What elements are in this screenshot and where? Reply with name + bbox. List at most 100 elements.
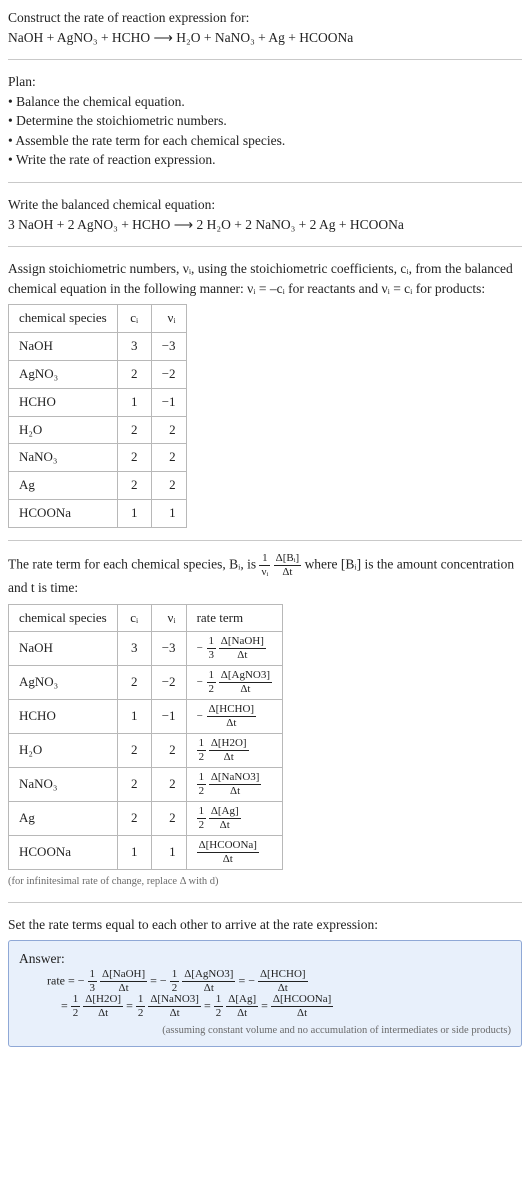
cell: HCHO bbox=[9, 700, 118, 734]
unbalanced-equation: NaOH + AgNO₃ + HCHO ⟶ H₂O + NaNO₃ + Ag +… bbox=[8, 28, 522, 48]
divider bbox=[8, 540, 522, 541]
cell: NaOH bbox=[9, 333, 118, 361]
divider bbox=[8, 246, 522, 247]
cell: 2 bbox=[151, 734, 186, 768]
cell: 2 bbox=[151, 768, 186, 802]
divider bbox=[8, 59, 522, 60]
cell: H₂O bbox=[9, 416, 118, 444]
cell: −3 bbox=[151, 632, 186, 666]
cell: H₂O bbox=[9, 734, 118, 768]
table-row: HCOONa11 bbox=[9, 500, 187, 528]
divider bbox=[8, 182, 522, 183]
th: cᵢ bbox=[117, 604, 151, 632]
plan-item: Assemble the rate term for each chemical… bbox=[8, 131, 522, 151]
cell: NaNO₃ bbox=[9, 768, 118, 802]
cell: 2 bbox=[151, 416, 186, 444]
cell: AgNO₃ bbox=[9, 666, 118, 700]
cell: −3 bbox=[151, 333, 186, 361]
cell: −2 bbox=[151, 666, 186, 700]
cell: 2 bbox=[117, 472, 151, 500]
th: νᵢ bbox=[151, 604, 186, 632]
plan-item: Determine the stoichiometric numbers. bbox=[8, 111, 522, 131]
cell: 12 Δ[Ag]Δt bbox=[186, 802, 282, 836]
cell: 2 bbox=[117, 416, 151, 444]
prompt-text: Construct the rate of reaction expressio… bbox=[8, 8, 522, 28]
cell: HCHO bbox=[9, 388, 118, 416]
table-row: AgNO₃2−2− 12 Δ[AgNO3]Δt bbox=[9, 666, 283, 700]
rate-term-formula: 1νᵢ Δ[Bᵢ]Δt bbox=[259, 553, 301, 578]
cell: Ag bbox=[9, 802, 118, 836]
table-row: HCHO1−1 bbox=[9, 388, 187, 416]
cell: 3 bbox=[117, 632, 151, 666]
th: cᵢ bbox=[117, 305, 151, 333]
cell: 1 bbox=[117, 836, 151, 870]
cell: 1 bbox=[117, 700, 151, 734]
final-block: Set the rate terms equal to each other t… bbox=[8, 915, 522, 1047]
prompt-block: Construct the rate of reaction expressio… bbox=[8, 8, 522, 47]
cell: −1 bbox=[151, 388, 186, 416]
plan-header: Plan: bbox=[8, 72, 522, 92]
num: Δ[Bᵢ] bbox=[274, 553, 302, 566]
plan-block: Plan: Balance the chemical equation. Det… bbox=[8, 72, 522, 170]
plan-list: Balance the chemical equation. Determine… bbox=[8, 92, 522, 170]
table-row: HCHO1−1− Δ[HCHO]Δt bbox=[9, 700, 283, 734]
cell: 2 bbox=[117, 444, 151, 472]
table-row: NaOH3−3 bbox=[9, 333, 187, 361]
cell: Δ[HCOONa]Δt bbox=[186, 836, 282, 870]
cell: − 13 Δ[NaOH]Δt bbox=[186, 632, 282, 666]
rate-term-text: The rate term for each chemical species,… bbox=[8, 557, 259, 572]
cell: 1 bbox=[151, 836, 186, 870]
den: Δt bbox=[274, 566, 302, 578]
set-equal-text: Set the rate terms equal to each other t… bbox=[8, 915, 522, 935]
th: chemical species bbox=[9, 604, 118, 632]
cell: 12 Δ[NaNO3]Δt bbox=[186, 768, 282, 802]
cell: −2 bbox=[151, 360, 186, 388]
num: 1 bbox=[259, 553, 270, 566]
cell: NaNO₃ bbox=[9, 444, 118, 472]
cell: 1 bbox=[151, 500, 186, 528]
cell: 2 bbox=[117, 768, 151, 802]
cell: AgNO₃ bbox=[9, 360, 118, 388]
cell: − 12 Δ[AgNO3]Δt bbox=[186, 666, 282, 700]
th: chemical species bbox=[9, 305, 118, 333]
cell: 1 bbox=[117, 388, 151, 416]
assign-text: Assign stoichiometric numbers, νᵢ, using… bbox=[8, 259, 522, 298]
table-row: NaNO₃2212 Δ[NaNO3]Δt bbox=[9, 768, 283, 802]
table-row: H₂O22 bbox=[9, 416, 187, 444]
cell: 2 bbox=[117, 802, 151, 836]
cell: 2 bbox=[117, 734, 151, 768]
balanced-block: Write the balanced chemical equation: 3 … bbox=[8, 195, 522, 234]
cell: HCOONa bbox=[9, 836, 118, 870]
cell: 2 bbox=[151, 444, 186, 472]
cell: − Δ[HCHO]Δt bbox=[186, 700, 282, 734]
table-row: Ag2212 Δ[Ag]Δt bbox=[9, 802, 283, 836]
den: νᵢ bbox=[259, 566, 270, 578]
plan-item: Write the rate of reaction expression. bbox=[8, 150, 522, 170]
answer-box: Answer: rate = − 13 Δ[NaOH]Δt = − 12 Δ[A… bbox=[8, 940, 522, 1047]
cell: 3 bbox=[117, 333, 151, 361]
answer-rate-expression: rate = − 13 Δ[NaOH]Δt = − 12 Δ[AgNO3]Δt … bbox=[19, 969, 511, 1019]
table-row: AgNO₃2−2 bbox=[9, 360, 187, 388]
balanced-header: Write the balanced chemical equation: bbox=[8, 195, 522, 215]
answer-label: Answer: bbox=[19, 949, 511, 969]
cell: 2 bbox=[151, 472, 186, 500]
rate-term-block: The rate term for each chemical species,… bbox=[8, 553, 522, 890]
cell: HCOONa bbox=[9, 500, 118, 528]
table-row: H₂O2212 Δ[H2O]Δt bbox=[9, 734, 283, 768]
cell: NaOH bbox=[9, 632, 118, 666]
table-row: NaNO₃22 bbox=[9, 444, 187, 472]
cell: 12 Δ[H2O]Δt bbox=[186, 734, 282, 768]
cell: 2 bbox=[151, 802, 186, 836]
cell: 2 bbox=[117, 360, 151, 388]
table-row: HCOONa11Δ[HCOONa]Δt bbox=[9, 836, 283, 870]
table-row: Ag22 bbox=[9, 472, 187, 500]
plan-item: Balance the chemical equation. bbox=[8, 92, 522, 112]
infinitesimal-note: (for infinitesimal rate of change, repla… bbox=[8, 874, 522, 889]
th: rate term bbox=[186, 604, 282, 632]
cell: Ag bbox=[9, 472, 118, 500]
cell: 2 bbox=[117, 666, 151, 700]
stoich-table-1: chemical species cᵢ νᵢ NaOH3−3AgNO₃2−2HC… bbox=[8, 304, 187, 528]
balanced-equation: 3 NaOH + 2 AgNO₃ + HCHO ⟶ 2 H₂O + 2 NaNO… bbox=[8, 215, 522, 235]
cell: −1 bbox=[151, 700, 186, 734]
answer-assumption: (assuming constant volume and no accumul… bbox=[19, 1023, 511, 1038]
